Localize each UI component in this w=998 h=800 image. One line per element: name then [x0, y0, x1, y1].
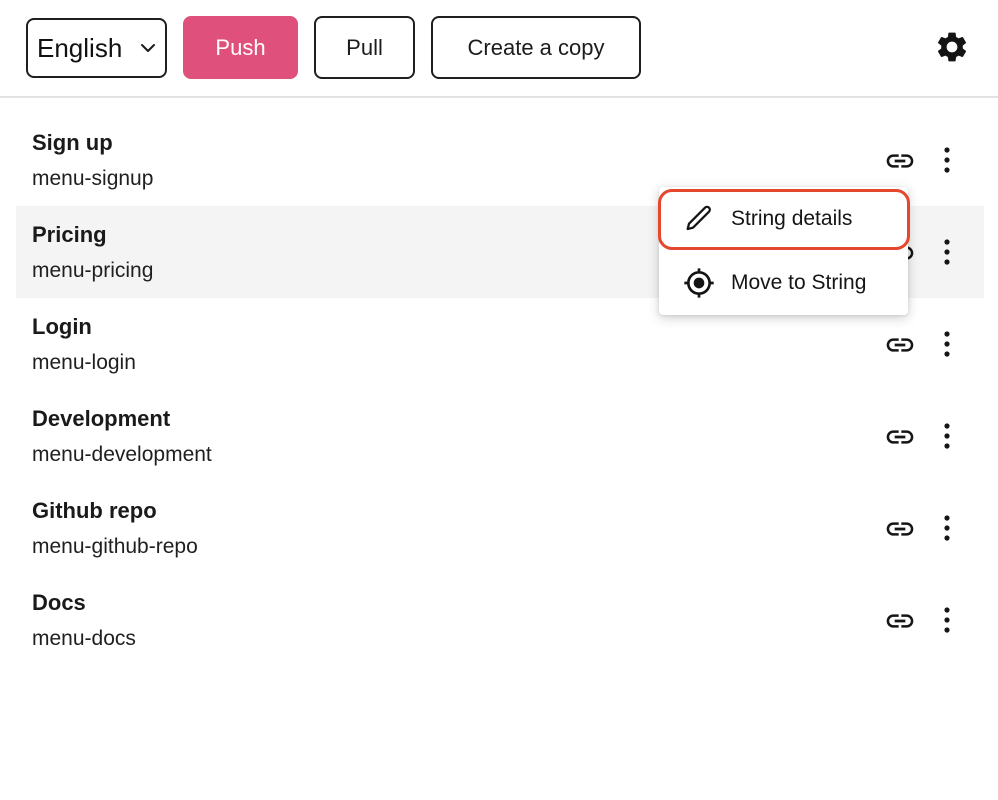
more-vertical-icon[interactable] — [932, 604, 962, 636]
string-key: menu-login — [32, 351, 136, 374]
string-title: Sign up — [32, 130, 113, 155]
list-item[interactable]: Development menu-development — [16, 390, 984, 482]
menu-item-label: String details — [731, 207, 853, 230]
more-vertical-icon[interactable] — [932, 328, 962, 360]
string-title: Github repo — [32, 498, 157, 523]
toolbar: English Push Pull Create a copy — [0, 0, 998, 97]
menu-item-move-to-string[interactable]: Move to String — [659, 251, 908, 315]
gear-icon[interactable] — [934, 29, 970, 65]
more-vertical-icon[interactable] — [932, 512, 962, 544]
string-title: Docs — [32, 590, 86, 615]
link-icon[interactable] — [884, 605, 916, 637]
context-menu: String details Move to String — [659, 187, 908, 315]
link-icon[interactable] — [884, 421, 916, 453]
string-key: menu-development — [32, 443, 212, 466]
chevron-down-icon — [140, 42, 156, 54]
language-select[interactable]: English — [26, 18, 167, 78]
pull-button[interactable]: Pull — [314, 16, 415, 79]
push-button[interactable]: Push — [183, 16, 298, 79]
more-vertical-icon[interactable] — [932, 144, 962, 176]
menu-item-string-details[interactable]: String details — [659, 187, 908, 251]
string-key: menu-github-repo — [32, 535, 198, 558]
target-icon — [683, 267, 715, 299]
link-icon[interactable] — [884, 513, 916, 545]
language-select-value: English — [37, 32, 123, 63]
more-vertical-icon[interactable] — [932, 236, 962, 268]
toolbar-divider — [0, 96, 998, 98]
menu-item-label: Move to String — [731, 271, 867, 294]
link-icon[interactable] — [884, 145, 916, 177]
create-copy-button[interactable]: Create a copy — [431, 16, 641, 79]
list-item[interactable]: Github repo menu-github-repo — [16, 482, 984, 574]
string-title: Pricing — [32, 222, 107, 247]
link-icon[interactable] — [884, 329, 916, 361]
more-vertical-icon[interactable] — [932, 420, 962, 452]
string-key: menu-signup — [32, 167, 154, 190]
string-title: Login — [32, 314, 92, 339]
pencil-icon — [683, 203, 715, 235]
string-title: Development — [32, 406, 171, 431]
list-item[interactable]: Docs menu-docs — [16, 574, 984, 666]
string-key: menu-pricing — [32, 259, 154, 282]
string-key: menu-docs — [32, 627, 136, 650]
